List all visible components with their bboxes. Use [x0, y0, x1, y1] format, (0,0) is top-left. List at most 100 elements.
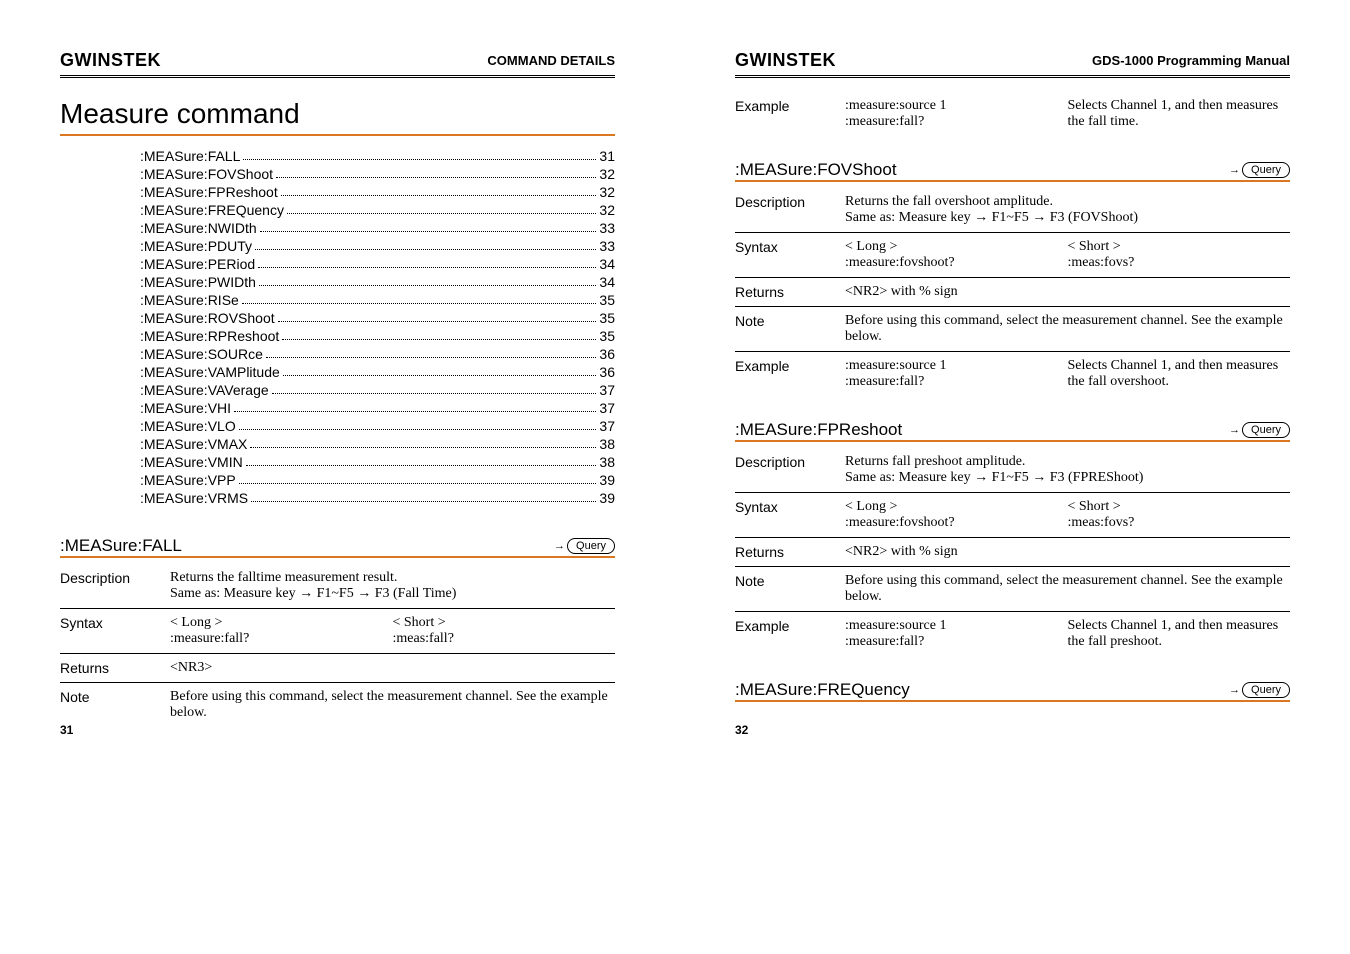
cmd-heading-fovshoot: :MEASure:FOVShoot → Query: [735, 160, 1290, 180]
orange-rule: [60, 556, 615, 558]
toc-dots: [239, 418, 597, 430]
toc-row: :MEASure:VMAX 38: [140, 436, 615, 452]
toc-page: 36: [599, 364, 615, 380]
toc-label: :MEASure:FALL: [140, 148, 240, 164]
toc-label: :MEASure:VMIN: [140, 454, 243, 470]
toc-dots: [259, 274, 597, 286]
syntax-short-h: < Short >: [1068, 239, 1291, 255]
label-example: Example: [735, 618, 845, 650]
toc-page: 38: [599, 436, 615, 452]
toc-label: :MEASure:ROVShoot: [140, 310, 275, 326]
row-example-top: Example :measure:source 1 :measure:fall?…: [735, 98, 1290, 130]
toc-label: :MEASure:VHI: [140, 400, 231, 416]
label-note: Note: [60, 689, 170, 721]
ex-cmd: :measure:source 1: [845, 618, 1068, 634]
toc-dots: [251, 490, 596, 502]
syntax-short-v: :meas:fall?: [393, 631, 616, 647]
toc-label: :MEASure:PDUTy: [140, 238, 252, 254]
label-example: Example: [735, 98, 845, 130]
query-pill: Query: [1242, 422, 1290, 438]
label-description: Description: [735, 194, 845, 226]
label-example: Example: [735, 358, 845, 390]
toc-page: 35: [599, 292, 615, 308]
returns-value: <NR3>: [170, 660, 615, 676]
ex-desc: Selects Channel 1, and then measures the…: [1068, 98, 1291, 130]
header-left: GWINSTEK COMMAND DETAILS: [60, 50, 615, 78]
toc-dots: [243, 148, 596, 160]
arrow-icon: →: [1229, 164, 1240, 176]
page-left: GWINSTEK COMMAND DETAILS Measure command…: [0, 0, 675, 757]
thin-rule: [60, 608, 615, 609]
toc-label: :MEASure:FOVShoot: [140, 166, 273, 182]
toc-dots: [260, 220, 597, 232]
toc-label: :MEASure:FREQuency: [140, 202, 284, 218]
thin-rule: [735, 306, 1290, 307]
syntax-long-v: :measure:fovshoot?: [845, 255, 1068, 271]
desc-line: Returns fall preshoot amplitude.: [845, 454, 1290, 470]
label-returns: Returns: [735, 284, 845, 300]
ex-desc: Selects Channel 1, and then measures the…: [1068, 618, 1291, 650]
label-note: Note: [735, 573, 845, 605]
syntax-long-v: :measure:fall?: [170, 631, 393, 647]
syntax-long-v: :measure:fovshoot?: [845, 515, 1068, 531]
toc-page: 39: [599, 472, 615, 488]
toc-page: 37: [599, 400, 615, 416]
toc-row: :MEASure:VLO37: [140, 418, 615, 434]
syntax-short-v: :meas:fovs?: [1068, 255, 1291, 271]
returns-value: <NR2> with % sign: [845, 284, 1290, 300]
toc-row: :MEASure:FPReshoot32: [140, 184, 615, 200]
toc-dots: [242, 292, 597, 304]
toc-row: :MEASure:VRMS39: [140, 490, 615, 506]
toc-row: :MEASure:RISe35: [140, 292, 615, 308]
syntax-long-h: < Long >: [845, 499, 1068, 515]
toc-dots: [250, 436, 596, 448]
desc-line: Same as: Measure key → F1~F5 → F3 (Fall …: [170, 586, 615, 602]
row-example: Example :measure:source 1 :measure:fall?…: [735, 358, 1290, 390]
orange-rule: [735, 180, 1290, 182]
desc-line: Returns the falltime measurement result.: [170, 570, 615, 586]
brand-logo: GWINSTEK: [735, 50, 836, 71]
desc-content: Returns fall preshoot amplitude. Same as…: [845, 454, 1290, 486]
toc-row: :MEASure:VPP39: [140, 472, 615, 488]
label-syntax: Syntax: [735, 239, 845, 271]
desc-line: Same as: Measure key → F1~F5 → F3 (FOVSh…: [845, 210, 1290, 226]
toc-row: :MEASure:RPReshoot35: [140, 328, 615, 344]
cmd-heading-frequency: :MEASure:FREQuency → Query: [735, 680, 1290, 700]
cmd-title: :MEASure:FOVShoot: [735, 160, 897, 180]
thin-rule: [735, 277, 1290, 278]
toc-label: :MEASure:VMAX: [140, 436, 247, 452]
row-description: Description Returns fall preshoot amplit…: [735, 454, 1290, 486]
toc-row: :MEASure:VAMPlitude36: [140, 364, 615, 380]
toc-page: 32: [599, 202, 615, 218]
toc-page: 39: [599, 490, 615, 506]
note-value: Before using this command, select the me…: [170, 689, 615, 721]
toc-page: 35: [599, 328, 615, 344]
cmd-heading-fall: :MEASure:FALL → Query: [60, 536, 615, 556]
arrow-icon: →: [554, 540, 565, 552]
thin-rule: [735, 492, 1290, 493]
row-note: Note Before using this command, select t…: [735, 313, 1290, 345]
toc-row: :MEASure:NWIDth33: [140, 220, 615, 236]
row-description: Description Returns the fall overshoot a…: [735, 194, 1290, 226]
section-title: Measure command: [60, 98, 615, 130]
thin-rule: [735, 232, 1290, 233]
header-right: GWINSTEK GDS-1000 Programming Manual: [735, 50, 1290, 78]
brand-logo: GWINSTEK: [60, 50, 161, 71]
toc-page: 36: [599, 346, 615, 362]
query-badge: → Query: [1229, 682, 1290, 698]
toc-row: :MEASure:VAVerage37: [140, 382, 615, 398]
toc-page: 34: [599, 274, 615, 290]
note-value: Before using this command, select the me…: [845, 573, 1290, 605]
toc-page: 37: [599, 382, 615, 398]
toc-row: :MEASure:FREQuency 32: [140, 202, 615, 218]
orange-rule: [60, 134, 615, 136]
row-example: Example :measure:source 1 :measure:fall?…: [735, 618, 1290, 650]
thin-rule: [735, 351, 1290, 352]
label-returns: Returns: [735, 544, 845, 560]
toc-label: :MEASure:PERiod: [140, 256, 255, 272]
ex-cmd: :measure:fall?: [845, 114, 1068, 130]
toc-row: :MEASure:FALL31: [140, 148, 615, 164]
query-pill: Query: [1242, 682, 1290, 698]
toc-dots: [276, 166, 596, 178]
ex-cmd: :measure:source 1: [845, 358, 1068, 374]
